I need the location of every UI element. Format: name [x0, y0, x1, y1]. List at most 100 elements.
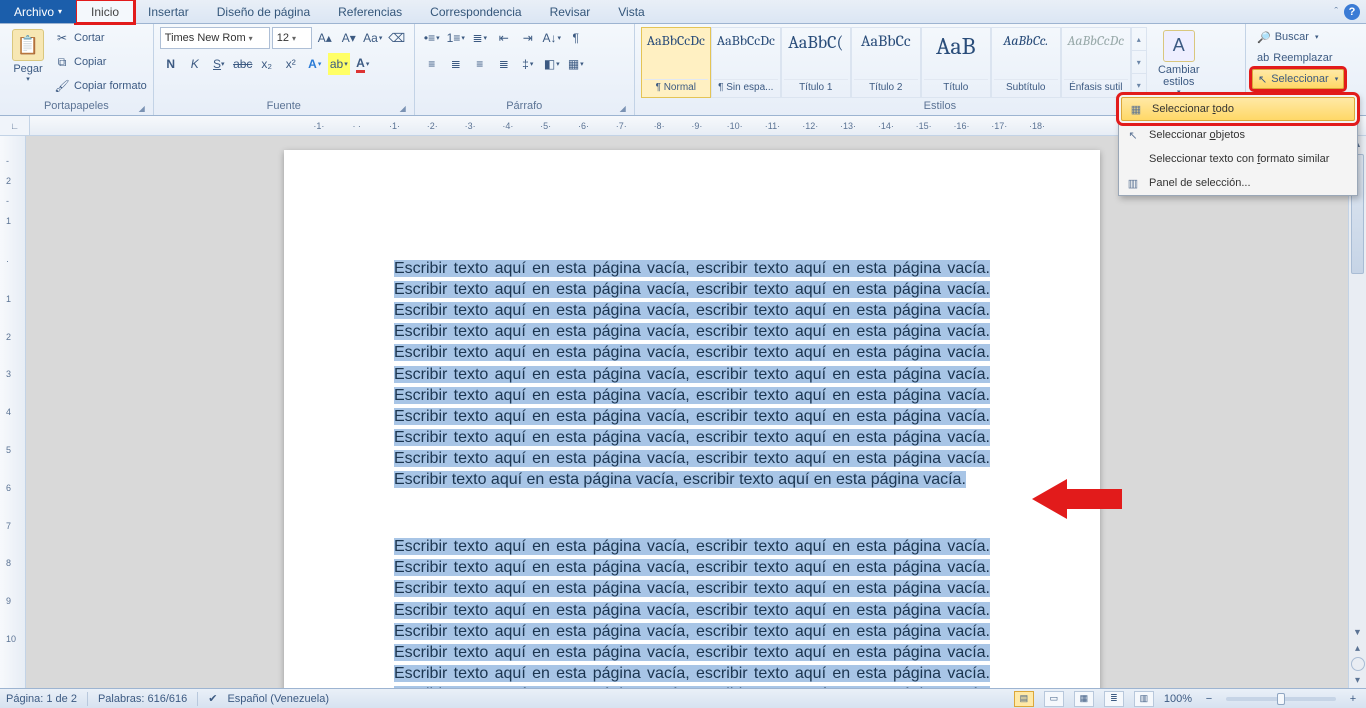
status-language[interactable]: Español (Venezuela) — [227, 693, 329, 705]
clipboard-launcher[interactable]: ◢ — [139, 104, 145, 113]
vertical-scrollbar[interactable]: ▲ ▼ ▴ ▾ — [1348, 136, 1366, 688]
select-button[interactable]: ↖Seleccionar▾ — [1252, 69, 1344, 89]
grow-font-button[interactable]: A▴ — [314, 27, 336, 49]
sort-button[interactable]: A↓ — [541, 27, 563, 49]
line-spacing-button[interactable]: ‡ — [517, 53, 539, 75]
change-case-button[interactable]: Aa — [362, 27, 384, 49]
view-outline[interactable]: ≣ — [1104, 691, 1124, 707]
scroll-down-button[interactable]: ▼ — [1349, 624, 1366, 640]
zoom-out-button[interactable]: − — [1202, 693, 1216, 705]
cut-button[interactable]: ✂Cortar — [54, 27, 147, 49]
highlight-button[interactable]: ab — [328, 53, 350, 75]
align-right-button[interactable]: ≡ — [469, 53, 491, 75]
align-center-button[interactable]: ≣ — [445, 53, 467, 75]
status-page[interactable]: Página: 1 de 2 — [6, 693, 77, 705]
select-all-item[interactable]: ▦Seleccionar todo — [1121, 97, 1355, 121]
paste-button[interactable]: 📋 Pegar▾ — [6, 27, 50, 85]
view-print-layout[interactable]: ▤ — [1014, 691, 1034, 707]
change-styles-icon: A — [1163, 30, 1195, 62]
tab-home[interactable]: Inicio — [76, 0, 134, 23]
font-name-combo[interactable]: Times New Rom▾ — [160, 27, 270, 49]
tab-strip: Archivo Inicio Insertar Diseño de página… — [0, 0, 1366, 24]
tab-file[interactable]: Archivo — [0, 0, 76, 23]
prev-page-button[interactable]: ▴ — [1349, 640, 1366, 656]
cursor-icon: ↖ — [1258, 73, 1267, 86]
style-no-spacing[interactable]: AaBbCcDc¶ Sin espa... — [711, 27, 781, 98]
tab-page-layout[interactable]: Diseño de página — [203, 0, 324, 23]
status-spellcheck[interactable]: ✔ — [208, 692, 217, 705]
group-clipboard: 📋 Pegar▾ ✂Cortar ⧉Copiar 🖌Copiar formato… — [0, 24, 154, 115]
superscript-button[interactable]: x² — [280, 53, 302, 75]
view-full-reading[interactable]: ▭ — [1044, 691, 1064, 707]
font-color-button[interactable]: A — [352, 53, 374, 75]
style-heading2[interactable]: AaBbCcTítulo 2 — [851, 27, 921, 98]
copy-button[interactable]: ⧉Copiar — [54, 51, 147, 73]
view-draft[interactable]: ▥ — [1134, 691, 1154, 707]
view-web[interactable]: ▦ — [1074, 691, 1094, 707]
style-normal[interactable]: AaBbCcDc¶ Normal — [641, 27, 711, 98]
group-paragraph: •≡ 1≡ ≣ ⇤ ⇥ A↓ ¶ ≡ ≣ ≡ ≣ ‡ ◧ ▦ — [415, 24, 635, 115]
page[interactable]: Escribir texto aquí en esta página vacía… — [284, 150, 1100, 688]
style-subtle-emphasis[interactable]: AaBbCcDcÉnfasis sutil — [1061, 27, 1131, 98]
shading-button[interactable]: ◧ — [541, 53, 563, 75]
zoom-slider[interactable] — [1226, 697, 1336, 701]
borders-button[interactable]: ▦ — [565, 53, 587, 75]
pane-icon: ▥ — [1125, 175, 1141, 191]
help-icon[interactable]: ? — [1344, 4, 1360, 20]
bucket-icon: ◧ — [544, 57, 555, 71]
document-text[interactable]: Escribir texto aquí en esta página vacía… — [394, 258, 990, 688]
change-styles-button[interactable]: A Cambiar estilos▾ — [1151, 27, 1207, 98]
shrink-font-button[interactable]: A▾ — [338, 27, 360, 49]
selected-text-1[interactable]: Escribir texto aquí en esta página vacía… — [394, 260, 990, 488]
style-heading1[interactable]: AaBbC(Título 1 — [781, 27, 851, 98]
styles-scroll[interactable]: ▴▾▾ — [1131, 27, 1147, 98]
text-effects-button[interactable]: A — [304, 53, 326, 75]
italic-button[interactable]: K — [184, 53, 206, 75]
show-marks-button[interactable]: ¶ — [565, 27, 587, 49]
tab-review[interactable]: Revisar — [536, 0, 605, 23]
format-painter-button[interactable]: 🖌Copiar formato — [54, 75, 147, 97]
tab-selector[interactable]: ∟ — [0, 116, 30, 135]
next-page-button[interactable]: ▾ — [1349, 672, 1366, 688]
group-font: Times New Rom▾ 12▾ A▴ A▾ Aa ⌫ N K S▾ abc… — [154, 24, 415, 115]
underline-button[interactable]: S▾ — [208, 53, 230, 75]
vertical-ruler[interactable]: - 2 - 1 · 1 2 3 4 5 6 7 8 9 10 — [0, 136, 26, 688]
tab-mailings[interactable]: Correspondencia — [416, 0, 535, 23]
find-button[interactable]: 🔎Buscar▾ — [1252, 27, 1344, 47]
align-left-button[interactable]: ≡ — [421, 53, 443, 75]
ribbon-minimize-icon[interactable]: ˆ — [1334, 6, 1338, 18]
eraser-icon: ⌫ — [388, 31, 405, 45]
numbering-button[interactable]: 1≡ — [445, 27, 467, 49]
font-size-combo[interactable]: 12▾ — [272, 27, 312, 49]
zoom-level[interactable]: 100% — [1164, 693, 1192, 705]
paste-icon: 📋 — [12, 29, 44, 61]
increase-indent-button[interactable]: ⇥ — [517, 27, 539, 49]
styles-gallery[interactable]: AaBbCcDc¶ Normal AaBbCcDc¶ Sin espa... A… — [641, 27, 1147, 98]
bullets-button[interactable]: •≡ — [421, 27, 443, 49]
tab-insert[interactable]: Insertar — [134, 0, 203, 23]
decrease-indent-button[interactable]: ⇤ — [493, 27, 515, 49]
browse-object-button[interactable] — [1351, 657, 1365, 671]
replace-icon: ab — [1257, 52, 1269, 64]
strikethrough-button[interactable]: abc — [232, 53, 254, 75]
font-launcher[interactable]: ◢ — [400, 104, 406, 113]
status-words[interactable]: Palabras: 616/616 — [98, 693, 187, 705]
select-similar-item[interactable]: Seleccionar texto con formato similar — [1119, 147, 1357, 171]
document-area[interactable]: Escribir texto aquí en esta página vacía… — [26, 136, 1348, 688]
tab-view[interactable]: Vista — [604, 0, 658, 23]
subscript-button[interactable]: x₂ — [256, 53, 278, 75]
replace-button[interactable]: abReemplazar — [1252, 48, 1344, 68]
style-subtitle[interactable]: AaBbCc.Subtítulo — [991, 27, 1061, 98]
style-title[interactable]: AaBTítulo — [921, 27, 991, 98]
zoom-in-button[interactable]: + — [1346, 693, 1360, 705]
tab-references[interactable]: Referencias — [324, 0, 416, 23]
multilevel-button[interactable]: ≣ — [469, 27, 491, 49]
select-objects-item[interactable]: ↖Seleccionar objetos — [1119, 123, 1357, 147]
select-dropdown: ▦Seleccionar todo ↖Seleccionar objetos S… — [1118, 94, 1358, 196]
clear-formatting-button[interactable]: ⌫ — [386, 27, 408, 49]
justify-button[interactable]: ≣ — [493, 53, 515, 75]
selected-text-2[interactable]: Escribir texto aquí en esta página vacía… — [394, 538, 990, 688]
selection-pane-item[interactable]: ▥Panel de selección... — [1119, 171, 1357, 195]
paragraph-launcher[interactable]: ◢ — [620, 104, 626, 113]
bold-button[interactable]: N — [160, 53, 182, 75]
